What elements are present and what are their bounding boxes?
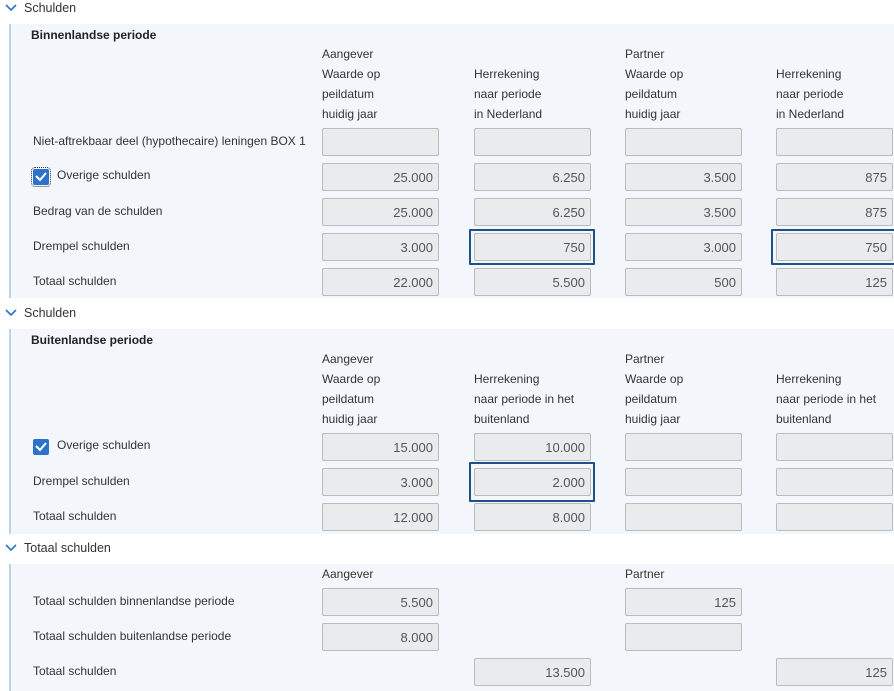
col-header-aangever: Aangever Waarde op peildatum huidig jaar <box>322 47 381 121</box>
field-aangever-herrekening[interactable] <box>474 503 591 531</box>
section-title: Totaal schulden <box>24 541 111 555</box>
section-header-schulden-buitenlands[interactable]: Schulden <box>0 305 894 323</box>
field-partner-waarde[interactable] <box>625 268 742 296</box>
row-label: Overige schulden <box>57 168 151 182</box>
section-title: Schulden <box>24 306 77 320</box>
panel-subtitle: Binnenlandse periode <box>31 28 157 42</box>
row-label: Bedrag van de schulden <box>33 204 163 218</box>
col-header-aangever: Aangever <box>322 567 374 581</box>
field-partner-herrekening[interactable] <box>776 268 893 296</box>
field-aangever-herrekening[interactable] <box>474 233 591 261</box>
field-aangever-totaal[interactable] <box>322 623 439 651</box>
field-partner-herrekening[interactable] <box>776 163 893 191</box>
field-partner-waarde[interactable] <box>625 433 742 461</box>
col-header-herrekening-aangever: Herrekening naar periode in Nederland <box>474 67 543 121</box>
field-partner-waarde[interactable] <box>625 163 742 191</box>
field-partner-herrekening[interactable] <box>776 433 893 461</box>
panel-binnenlandse-periode: Binnenlandse periode Aangever Waarde op pe… <box>9 24 894 298</box>
field-aangever-herrekening[interactable] <box>474 128 591 156</box>
field-partner-totaal[interactable] <box>625 623 742 651</box>
field-aangever-waarde[interactable] <box>322 163 439 191</box>
row-label: Drempel schulden <box>33 474 130 488</box>
row-label: Niet-aftrekbaar deel (hypothecaire) leni… <box>33 134 306 148</box>
field-aangever-herrekening[interactable] <box>474 268 591 296</box>
col-header-herrekening-aangever: Herrekening naar periode in het buitenland <box>474 372 575 426</box>
checkbox-overige-schulden[interactable] <box>31 167 51 187</box>
field-partner-waarde[interactable] <box>625 233 742 261</box>
field-partner-totaal-schulden[interactable] <box>776 658 893 686</box>
row-label: Totaal schulden <box>33 664 117 678</box>
field-aangever-waarde[interactable] <box>322 503 439 531</box>
col-header-aangever: Aangever Waarde op peildatum huidig jaar <box>322 352 381 426</box>
field-aangever-totaal-schulden[interactable] <box>474 658 591 686</box>
field-partner-herrekening[interactable] <box>776 468 893 496</box>
field-aangever-waarde[interactable] <box>322 268 439 296</box>
field-partner-herrekening[interactable] <box>776 503 893 531</box>
field-aangever-herrekening[interactable] <box>474 163 591 191</box>
field-partner-waarde[interactable] <box>625 198 742 226</box>
panel-subtitle: Buitenlandse periode <box>31 333 154 347</box>
field-partner-herrekening[interactable] <box>776 198 893 226</box>
chevron-down-icon[interactable] <box>5 543 17 553</box>
col-header-herrekening-partner: Herrekening naar periode in het buitenland <box>776 372 877 426</box>
row-label: Totaal schulden <box>33 274 117 288</box>
col-header-herrekening-partner: Herrekening naar periode in Nederland <box>776 67 845 121</box>
field-partner-waarde[interactable] <box>625 128 742 156</box>
row-label: Totaal schulden buitenlandse periode <box>33 629 232 643</box>
row-label: Drempel schulden <box>33 239 130 253</box>
checkmark-icon <box>35 172 47 182</box>
col-header-partner: Partner Waarde op peildatum huidig jaar <box>625 47 684 121</box>
field-aangever-waarde[interactable] <box>322 128 439 156</box>
col-header-partner: Partner <box>625 567 665 581</box>
section-header-schulden-binnenlands[interactable]: Schulden <box>0 0 894 18</box>
field-aangever-waarde[interactable] <box>322 468 439 496</box>
col-header-partner: Partner Waarde op peildatum huidig jaar <box>625 352 684 426</box>
checkbox-overige-schulden[interactable] <box>33 439 49 455</box>
panel-totaal-schulden: Aangever Partner Totaal schulden binnenl… <box>9 564 894 691</box>
field-aangever-herrekening[interactable] <box>474 468 591 496</box>
row-label: Totaal schulden <box>33 509 117 523</box>
field-aangever-waarde[interactable] <box>322 433 439 461</box>
field-aangever-herrekening[interactable] <box>474 433 591 461</box>
panel-buitenlandse-periode: Buitenlandse periode Aangever Waarde op pe… <box>9 329 894 534</box>
field-aangever-totaal[interactable] <box>322 588 439 616</box>
field-partner-totaal[interactable] <box>625 588 742 616</box>
field-partner-waarde[interactable] <box>625 468 742 496</box>
field-aangever-waarde[interactable] <box>322 233 439 261</box>
field-partner-herrekening[interactable] <box>776 233 893 261</box>
field-partner-herrekening[interactable] <box>776 128 893 156</box>
field-aangever-herrekening[interactable] <box>474 198 591 226</box>
section-title: Schulden <box>24 1 77 15</box>
chevron-down-icon[interactable] <box>5 3 17 13</box>
field-partner-waarde[interactable] <box>625 503 742 531</box>
row-label: Overige schulden <box>57 438 151 452</box>
chevron-down-icon[interactable] <box>5 308 17 318</box>
field-aangever-waarde[interactable] <box>322 198 439 226</box>
checkmark-icon <box>35 442 47 452</box>
row-label: Totaal schulden binnenlandse periode <box>33 594 235 608</box>
section-header-totaal-schulden[interactable]: Totaal schulden <box>0 540 894 558</box>
